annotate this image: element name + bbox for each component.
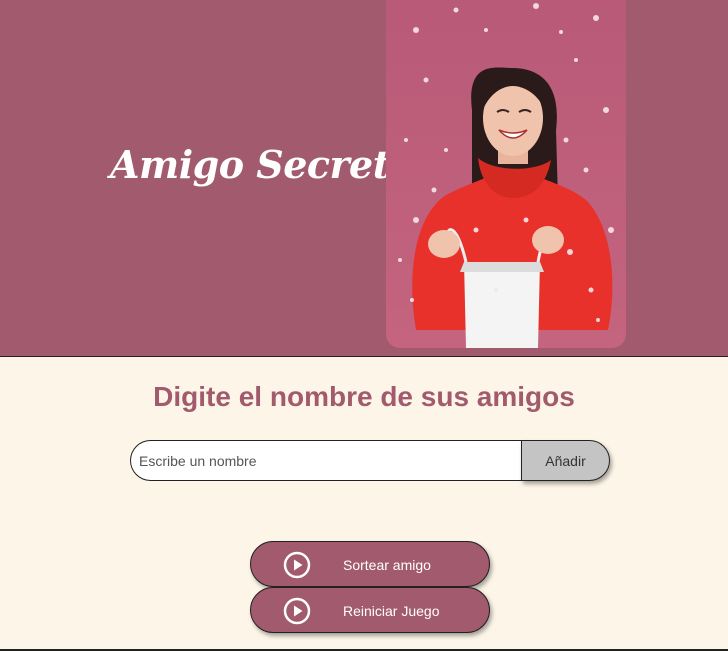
draw-friend-button[interactable]: Sortear amigo [250, 541, 490, 587]
app-title: Amigo Secreto [110, 142, 415, 187]
add-friend-form: Añadir [130, 440, 610, 481]
draw-friend-label: Sortear amigo [343, 557, 431, 573]
add-button[interactable]: Añadir [521, 440, 610, 481]
reset-game-button[interactable]: Reiniciar Juego [250, 587, 490, 633]
section-title: Digite el nombre de sus amigos [153, 381, 575, 412]
name-input[interactable] [130, 440, 521, 481]
play-circle-icon [283, 551, 311, 579]
header-banner: Amigo Secreto [0, 0, 728, 357]
woman-with-gift-bag-illustration [386, 0, 626, 348]
play-circle-icon [283, 597, 311, 625]
page: Amigo Secreto Digite el nombre de sus am… [0, 0, 728, 651]
hero-image [386, 0, 626, 348]
reset-game-label: Reiniciar Juego [343, 603, 440, 619]
main-section: Digite el nombre de sus amigos Añadir So… [0, 357, 728, 649]
